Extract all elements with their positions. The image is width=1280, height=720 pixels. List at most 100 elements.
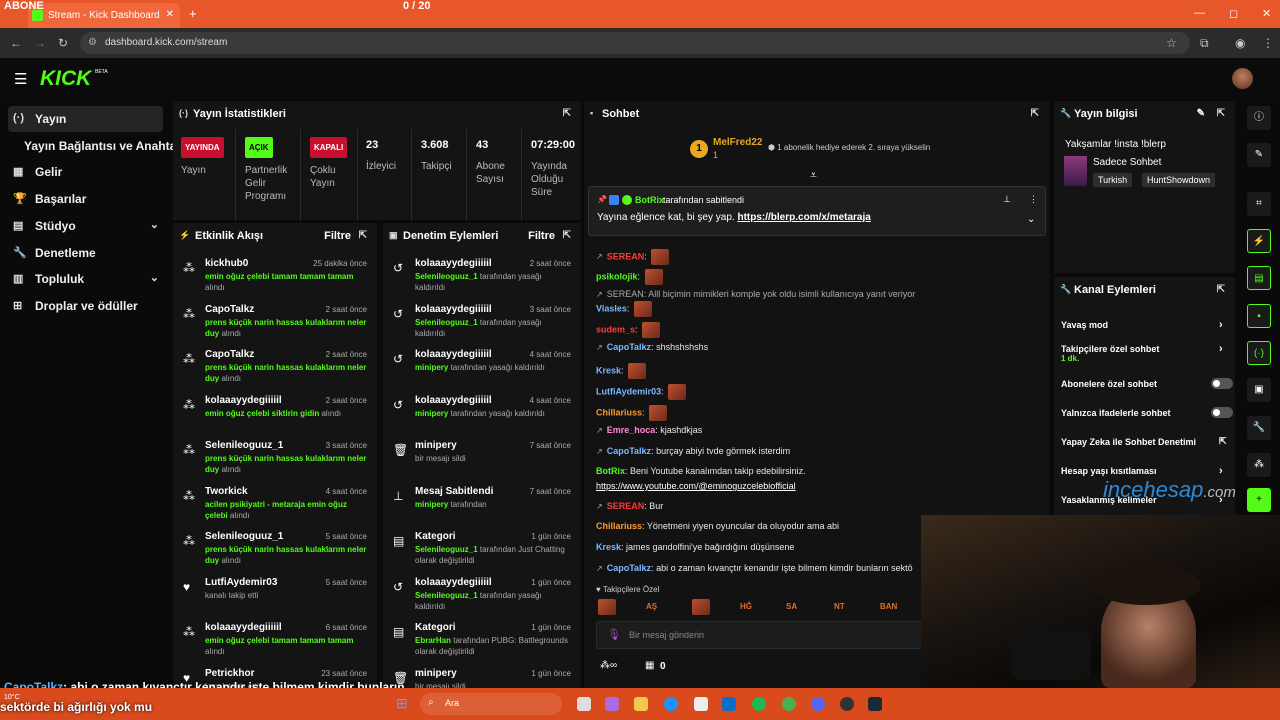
- list-icon[interactable]: ▤: [1247, 266, 1271, 290]
- steam-icon[interactable]: [868, 697, 882, 711]
- expand-icon[interactable]: ⇱: [563, 108, 571, 119]
- followers-only-item[interactable]: Takipçilere özel sohbet › 1 dk.: [1061, 343, 1223, 363]
- expand-icon[interactable]: ⇱: [359, 230, 367, 241]
- kick-logo[interactable]: KICK: [40, 67, 91, 91]
- emote-text[interactable]: NT: [834, 602, 845, 611]
- extensions-icon[interactable]: ⧉: [1200, 36, 1209, 51]
- emote-text[interactable]: BAN: [880, 602, 897, 611]
- expand-icon[interactable]: ⇱: [563, 230, 571, 241]
- maximize-icon[interactable]: ◻: [1229, 7, 1238, 20]
- chat-username[interactable]: Viasles: [596, 303, 627, 313]
- chat-input[interactable]: 🎙 Bir mesaj gönderin: [596, 621, 926, 649]
- chat-username[interactable]: CapoTalkz: [607, 446, 651, 456]
- chat-username[interactable]: CapoTalkz: [607, 563, 651, 573]
- chat-username[interactable]: Kresk: [596, 542, 621, 552]
- edge-icon[interactable]: [664, 697, 678, 711]
- layout-icon[interactable]: ⌗: [1247, 192, 1271, 216]
- edit-icon[interactable]: ✎: [1197, 108, 1205, 119]
- chevron-down-icon[interactable]: ⌄: [1027, 214, 1035, 225]
- chat-username[interactable]: CapoTalkz: [607, 342, 651, 352]
- chat-username[interactable]: BotRix: [596, 466, 625, 476]
- app-icon[interactable]: [722, 697, 736, 711]
- slow-mode-item[interactable]: Yavaş mod ›: [1061, 319, 1223, 331]
- taskbar-search[interactable]: ⌕ Ara: [420, 693, 562, 715]
- store-icon[interactable]: [694, 697, 708, 711]
- expand-icon[interactable]: ⇱: [1217, 108, 1225, 119]
- back-icon[interactable]: ←: [10, 36, 22, 50]
- sidebar-item-topluluk[interactable]: ▥ Topluluk ⌄: [8, 266, 163, 292]
- edit-icon[interactable]: ✎: [1247, 143, 1271, 167]
- add-widget-icon[interactable]: +: [1247, 488, 1271, 512]
- pinned-link[interactable]: https://blerp.com/x/metaraja: [737, 212, 870, 223]
- emote[interactable]: [598, 599, 616, 615]
- task-view-icon[interactable]: [577, 697, 591, 711]
- expand-icon[interactable]: ⇱: [1031, 108, 1039, 119]
- tag-pill[interactable]: Turkish: [1093, 173, 1133, 187]
- browser-menu-icon[interactable]: ⋮: [1262, 36, 1274, 50]
- chat-username[interactable]: Kresk: [596, 365, 621, 375]
- activity-time: 25 dakika önce: [313, 259, 367, 268]
- chat-icon[interactable]: ▪: [1247, 304, 1271, 328]
- sidebar-item-studyo[interactable]: ▤ Stüdyo ⌄: [8, 213, 163, 239]
- close-tab-icon[interactable]: ✕: [166, 9, 174, 20]
- sidebar-item-basarilar[interactable]: 🏆 Başarılar: [8, 186, 163, 212]
- forward-icon[interactable]: →: [34, 36, 46, 50]
- obs-icon[interactable]: [840, 697, 854, 711]
- emote-text[interactable]: SA: [786, 602, 797, 611]
- gift-prompt[interactable]: ⬢ 1 abonelik hediye ederek 2. sıraya yük…: [768, 143, 930, 152]
- subscribers-only-toggle[interactable]: [1211, 378, 1233, 389]
- info-icon[interactable]: ⓘ: [1247, 106, 1271, 130]
- emote[interactable]: [692, 599, 710, 615]
- spotify-icon[interactable]: [752, 697, 766, 711]
- account-age-item[interactable]: Hesap yaşı kısıtlaması ›: [1061, 465, 1223, 477]
- tag-pill[interactable]: HuntShowdown: [1142, 173, 1216, 187]
- emote-text[interactable]: HĞ: [740, 602, 752, 611]
- emote-text[interactable]: AŞ: [646, 602, 657, 611]
- url-field[interactable]: ⚙ dashboard.kick.com/stream: [80, 32, 1190, 54]
- chat-username[interactable]: SEREAN: [607, 251, 645, 261]
- new-tab-icon[interactable]: +: [189, 6, 197, 21]
- chat-username[interactable]: Chillariuss: [596, 407, 642, 417]
- microphone-icon[interactable]: 🎙: [607, 628, 621, 641]
- file-explorer-icon[interactable]: [634, 697, 648, 711]
- chat-username[interactable]: sudem_s: [596, 324, 635, 334]
- bookmark-star-icon[interactable]: ☆: [1166, 36, 1177, 50]
- chrome-icon[interactable]: [782, 697, 796, 711]
- wrench-icon[interactable]: 🔧: [1247, 416, 1271, 440]
- emote-only-toggle[interactable]: [1211, 407, 1233, 418]
- sidebar-item-stream-key[interactable]: Yayın Bağlantısı ve Anahtarı: [8, 133, 184, 159]
- collapse-icon[interactable]: ⩡: [810, 168, 817, 183]
- sidebar-item-droplar[interactable]: ⊞ Droplar ve ödüller: [8, 293, 163, 319]
- menu-icon[interactable]: ☰: [14, 70, 27, 88]
- filter-button[interactable]: Filtre: [324, 230, 351, 242]
- profile-icon[interactable]: ◉: [1235, 36, 1245, 50]
- copilot-icon[interactable]: [605, 697, 619, 711]
- broadcast-icon[interactable]: (·): [1247, 341, 1271, 365]
- discord-icon[interactable]: [811, 697, 825, 711]
- chat-username[interactable]: Emre_hoca: [607, 425, 656, 435]
- more-options-icon[interactable]: ⋮: [1029, 194, 1038, 205]
- chat-username[interactable]: SEREAN: [607, 501, 645, 511]
- inventory-icon[interactable]: ▦: [645, 660, 654, 671]
- points-icon[interactable]: ⁂∞: [600, 660, 617, 671]
- chat-username[interactable]: Chillariuss: [596, 521, 642, 531]
- chat-username[interactable]: LutfiAydemir03: [596, 386, 661, 396]
- close-window-icon[interactable]: ✕: [1262, 7, 1271, 20]
- site-info-icon[interactable]: ⚙: [88, 37, 97, 48]
- sidebar-item-gelir[interactable]: ▦ Gelir: [8, 159, 163, 185]
- unpin-icon[interactable]: ⊥: [1003, 194, 1011, 205]
- chat-username[interactable]: psikolojik: [596, 271, 638, 281]
- ai-moderation-item[interactable]: Yapay Zeka ile Sohbet Denetimi ⇱: [1061, 436, 1227, 447]
- reload-icon[interactable]: ↻: [58, 36, 68, 50]
- shield-icon[interactable]: ▣: [1247, 378, 1271, 402]
- sidebar-item-denetleme[interactable]: 🔧 Denetleme: [8, 240, 163, 266]
- expand-icon[interactable]: ⇱: [1217, 284, 1225, 295]
- filter-button[interactable]: Filtre: [528, 230, 555, 242]
- minimize-icon[interactable]: —: [1194, 7, 1205, 19]
- points-icon[interactable]: ⁂: [1247, 453, 1271, 477]
- avatar[interactable]: [1232, 68, 1253, 89]
- bolt-icon[interactable]: ⚡: [1247, 229, 1271, 253]
- sidebar-item-yayin[interactable]: (·) Yayın: [8, 106, 163, 132]
- browser-tab[interactable]: Stream - Kick Dashboard ✕: [28, 3, 180, 28]
- windows-start-icon[interactable]: ⊞: [396, 695, 408, 712]
